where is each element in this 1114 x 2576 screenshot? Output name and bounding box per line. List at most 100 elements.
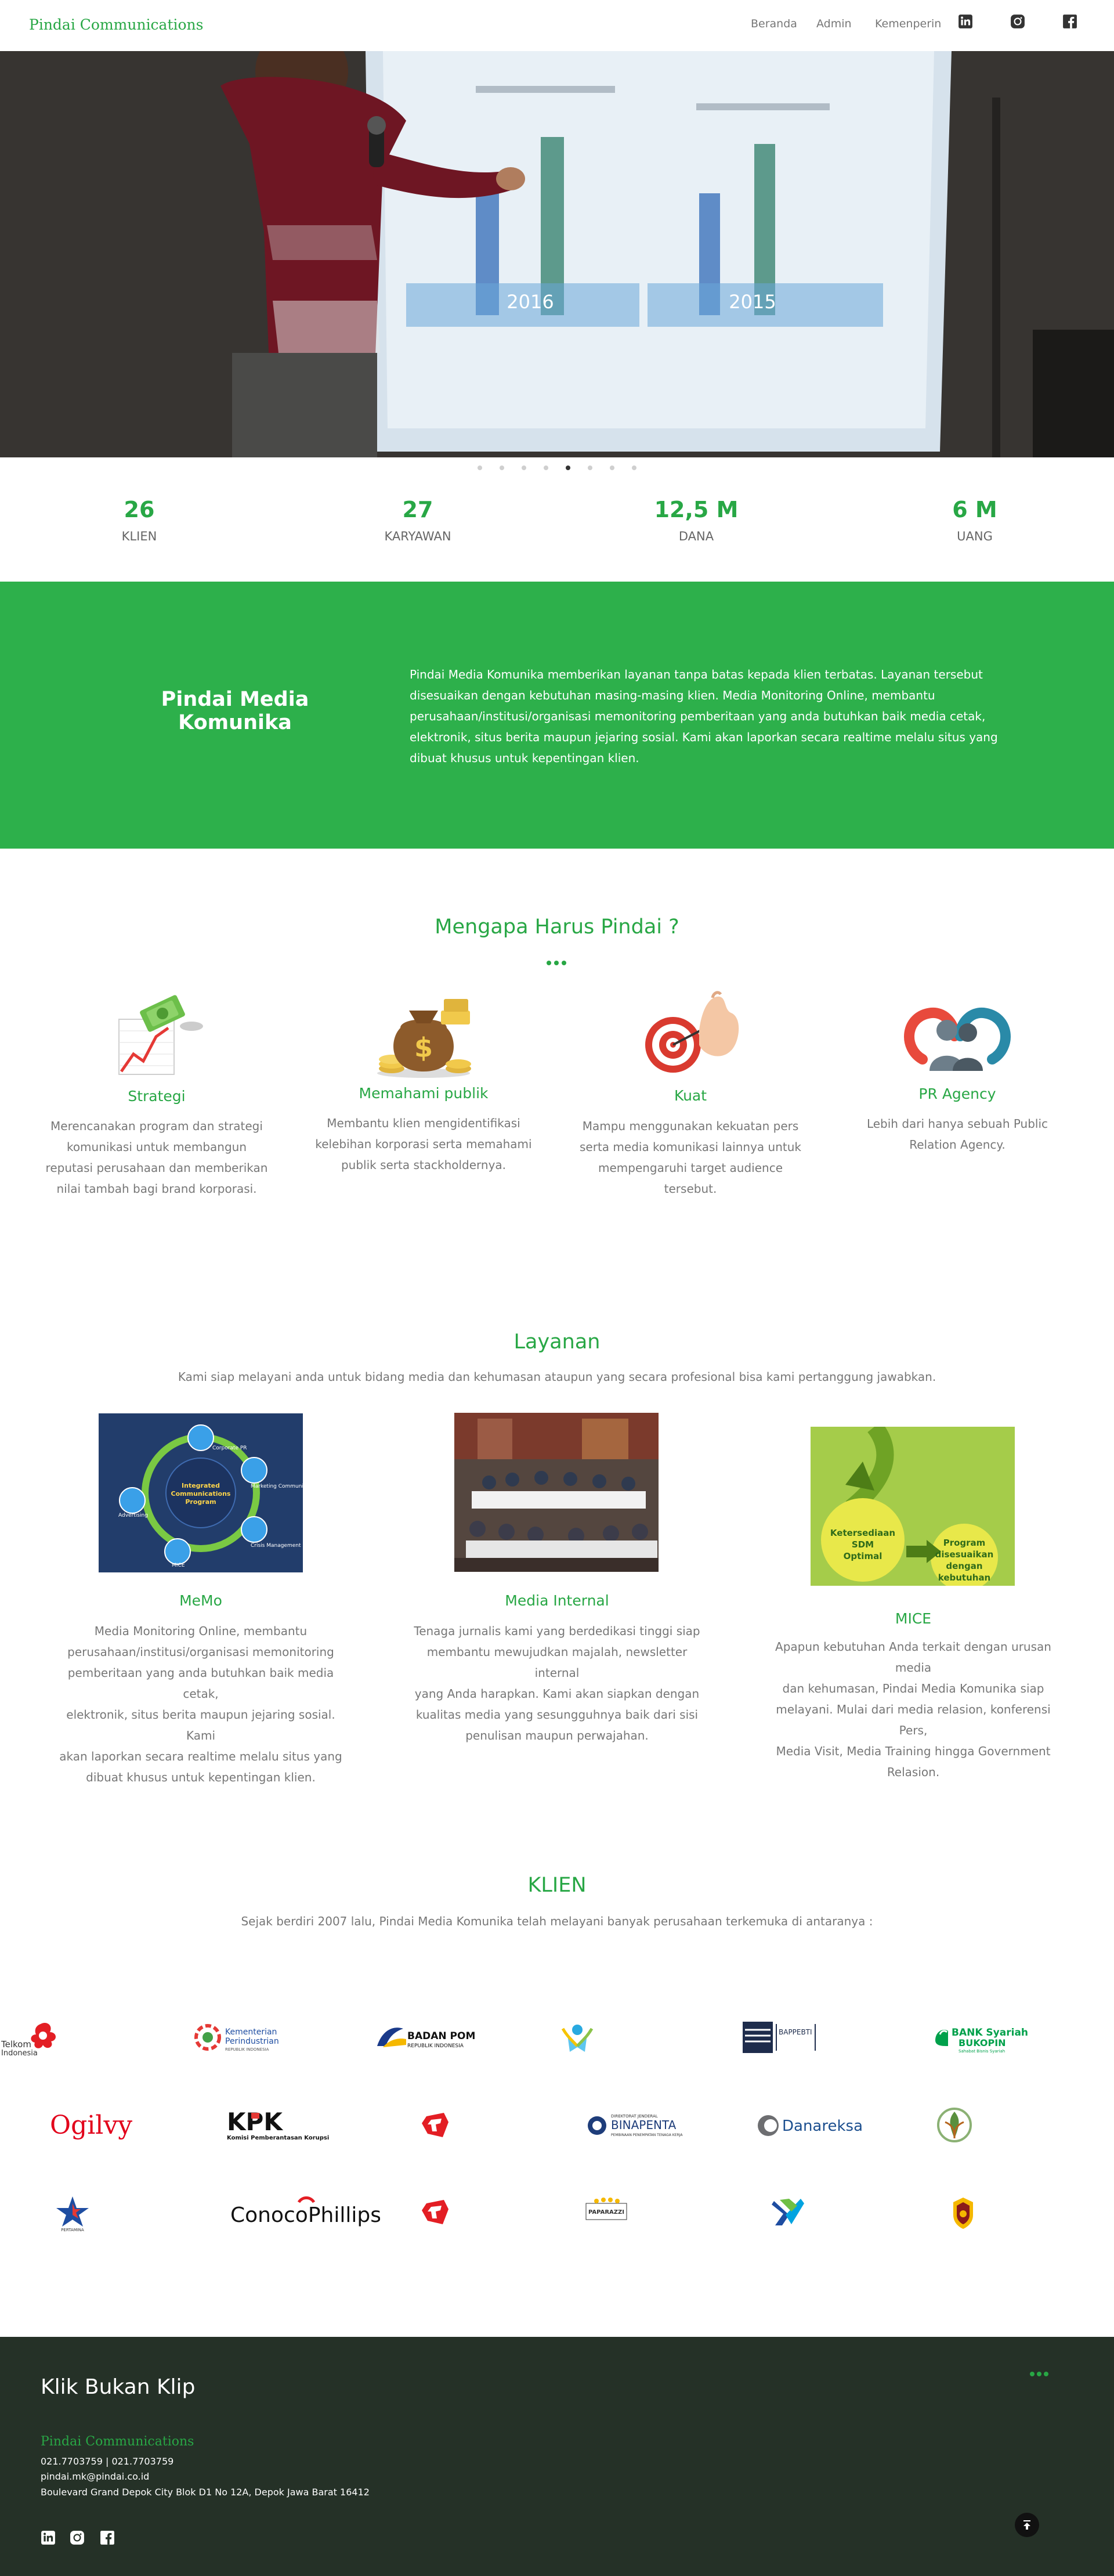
client-logo-conocophillips: ConocoPhillips: [230, 2196, 380, 2227]
service-text-line: membantu mewujudkan majalah, newsletter …: [426, 1645, 688, 1680]
intro-title: Pindai Media Komunika: [161, 688, 309, 734]
client-logo-bappebti: BAPPEBTI: [743, 2022, 816, 2053]
client-logo-polri: [953, 2198, 973, 2229]
service-text-line: melayani. Mulai dari media relasion, kon…: [776, 1702, 1051, 1737]
service-media-internal-title: Media Internal: [505, 1592, 609, 1609]
back-to-top-button[interactable]: [1015, 2513, 1039, 2537]
carousel-dot[interactable]: [632, 466, 636, 470]
stat-uang-label: UANG: [957, 529, 993, 543]
carousel-dot[interactable]: [610, 466, 614, 470]
clients-subtitle: Sejak berdiri 2007 lalu, Pindai Media Ko…: [241, 1914, 873, 1928]
footer-email[interactable]: pindai.mk@pindai.co.id: [41, 2471, 149, 2482]
clients-title: KLIEN: [527, 1874, 587, 1897]
client-logo-telkomsel: [422, 2113, 449, 2137]
footer-facebook-icon[interactable]: [100, 2530, 115, 2545]
client-logo-telkomsel-2: [422, 2200, 449, 2224]
feature-pr-agency-text: Lebih dari hanya sebuah Public Relation …: [836, 1113, 1079, 1155]
intro-text-line: elektronik, situs berita maupun jejaring…: [410, 730, 998, 744]
stat-uang-value: 6 M: [952, 497, 997, 522]
carousel-indicators: [0, 466, 1114, 472]
service-text-line: elektronik, situs berita maupun jejaring…: [66, 1708, 335, 1742]
client-logo-ogilvy: Ogilvy: [50, 2110, 132, 2140]
client-logo-kemenpppa: [561, 2025, 594, 2052]
carousel-dot[interactable]: [522, 466, 526, 470]
service-mice-title: MICE: [895, 1610, 932, 1627]
feature-pr-agency-title: PR Agency: [918, 1085, 996, 1102]
stat-klien-value: 26: [124, 497, 155, 522]
intro-text: Pindai Media Komunika memberikan layanan…: [410, 664, 1007, 769]
service-text-line: Relasion.: [887, 1765, 940, 1779]
feature-text-line: tersebut.: [664, 1182, 717, 1196]
mice-label-5: disesuaikan: [935, 1549, 994, 1560]
svg-text:KPK: KPK: [227, 2108, 283, 2136]
brand-logo[interactable]: Pindai Communications: [29, 16, 204, 33]
stat-klien-label: KLIEN: [121, 529, 157, 543]
memo-node-corporate-pr: Corporate PR: [212, 1445, 247, 1451]
feature-text-line: Relation Agency.: [909, 1138, 1006, 1152]
memo-diagram-image: Integrated Communications Program Corpor…: [99, 1413, 303, 1572]
hero-photo-presenter: 2016 2015: [0, 51, 1114, 457]
svg-text:$: $: [414, 1032, 433, 1063]
client-logo-kpk: KPK Komisi Pemberantasan Korupsi: [227, 2108, 329, 2141]
memo-node-advertising: Advertising: [118, 1513, 148, 1518]
feature-text-line: nilai tambah bagi brand korporasi.: [56, 1182, 257, 1196]
arrow-up-icon: [1023, 2520, 1030, 2530]
svg-text:Kementerian: Kementerian: [225, 2027, 277, 2037]
instagram-icon[interactable]: [1010, 14, 1025, 29]
nav-kemenperin[interactable]: Kemenperin: [875, 17, 941, 30]
service-text-line: Apapun kebutuhan Anda terkait dengan uru…: [775, 1640, 1051, 1675]
svg-text:REPUBLIK INDONESIA: REPUBLIK INDONESIA: [225, 2047, 269, 2052]
carousel-dot[interactable]: [566, 466, 570, 470]
carousel-dot[interactable]: [544, 466, 548, 470]
mice-label-7: kebutuhan: [938, 1572, 991, 1583]
intro-text-line: disesuaikan dengan kebutuhan masing-masi…: [410, 688, 935, 702]
memo-center-text-2: Communications: [171, 1490, 231, 1498]
client-logo-bukopin-syariah: BANK Syariah BUKOPIN Sahabat Bisnis Syar…: [935, 2027, 1028, 2054]
feature-kuat-text: Mampu menggunakan kekuatan pers serta me…: [569, 1116, 812, 1199]
feature-text-line: Merencanakan program dan strategi: [50, 1119, 263, 1133]
footer-brand: Pindai Communications: [41, 2434, 194, 2449]
feature-text-line: komunikasi untuk membangun: [66, 1140, 247, 1154]
feature-text-line: serta media komunikasi lainnya untuk: [580, 1140, 801, 1154]
stat-karyawan-label: KARYAWAN: [384, 529, 451, 543]
stat-karyawan-value: 27: [402, 497, 433, 522]
mice-label-1: Ketersediaan: [830, 1528, 895, 1538]
client-logo-paparazzi: PAPARAZZI: [585, 2198, 627, 2220]
stat-dana-label: DANA: [678, 529, 714, 543]
carousel-dot[interactable]: [588, 466, 592, 470]
why-title: Mengapa Harus Pindai ?: [435, 915, 679, 939]
client-logo-binapenta: DIREKTORAT JENDERAL BINAPENTA PEMBINAAN …: [588, 2114, 683, 2137]
svg-text:Ogilvy: Ogilvy: [50, 2110, 132, 2140]
people-chain-icon: [904, 1007, 1011, 1071]
svg-text:Danareksa: Danareksa: [782, 2117, 863, 2135]
service-text-line: pemberitaan yang anda butuhkan baik medi…: [67, 1666, 334, 1701]
footer-instagram-icon[interactable]: [70, 2530, 85, 2545]
client-logo-xl: [772, 2199, 804, 2225]
svg-text:BANK Syariah: BANK Syariah: [952, 2027, 1028, 2039]
facebook-icon[interactable]: [1062, 14, 1077, 29]
target-hand-icon: [645, 991, 739, 1073]
svg-text:PERTAMINA: PERTAMINA: [61, 2228, 84, 2232]
media-internal-photo: [454, 1413, 659, 1572]
memo-node-crisis: Crisis Management: [251, 1543, 301, 1549]
carousel-dot[interactable]: [478, 466, 482, 470]
carousel-dot[interactable]: [500, 466, 504, 470]
intro-text-line: perusahaan/institusi/organisasi memonito…: [410, 709, 986, 723]
svg-text:BINAPENTA: BINAPENTA: [611, 2118, 677, 2132]
linkedin-icon[interactable]: [958, 14, 973, 29]
client-logo-kemenperin: Kementerian Perindustrian REPUBLIK INDON…: [194, 2024, 279, 2052]
feature-text-line: kelebihan korporasi serta memahami: [315, 1137, 532, 1151]
service-text-line: dan kehumasan, Pindai Media Komunika sia…: [782, 1682, 1044, 1695]
footer-linkedin-icon[interactable]: [41, 2530, 56, 2545]
svg-text:Telkom: Telkom: [1, 2039, 31, 2050]
nav-admin[interactable]: Admin: [816, 17, 852, 30]
hero-carousel[interactable]: 2016 2015: [0, 51, 1114, 457]
memo-node-mice: MICE: [172, 1563, 185, 1568]
feature-text-line: Membantu klien mengidentifikasi: [327, 1116, 520, 1130]
service-text-line: Tenaga jurnalis kami yang berdedikasi ti…: [414, 1624, 700, 1638]
service-text-line: dibuat khusus untuk kepentingan klien.: [86, 1770, 316, 1784]
nav-beranda[interactable]: Beranda: [751, 17, 797, 30]
footer-divider-dots: [1030, 2372, 1053, 2377]
svg-text:PEMBINAAN PENEMPATAN TENAGA KE: PEMBINAAN PENEMPATAN TENAGA KERJA: [611, 2133, 683, 2137]
mice-label-4: Program: [943, 1538, 986, 1548]
